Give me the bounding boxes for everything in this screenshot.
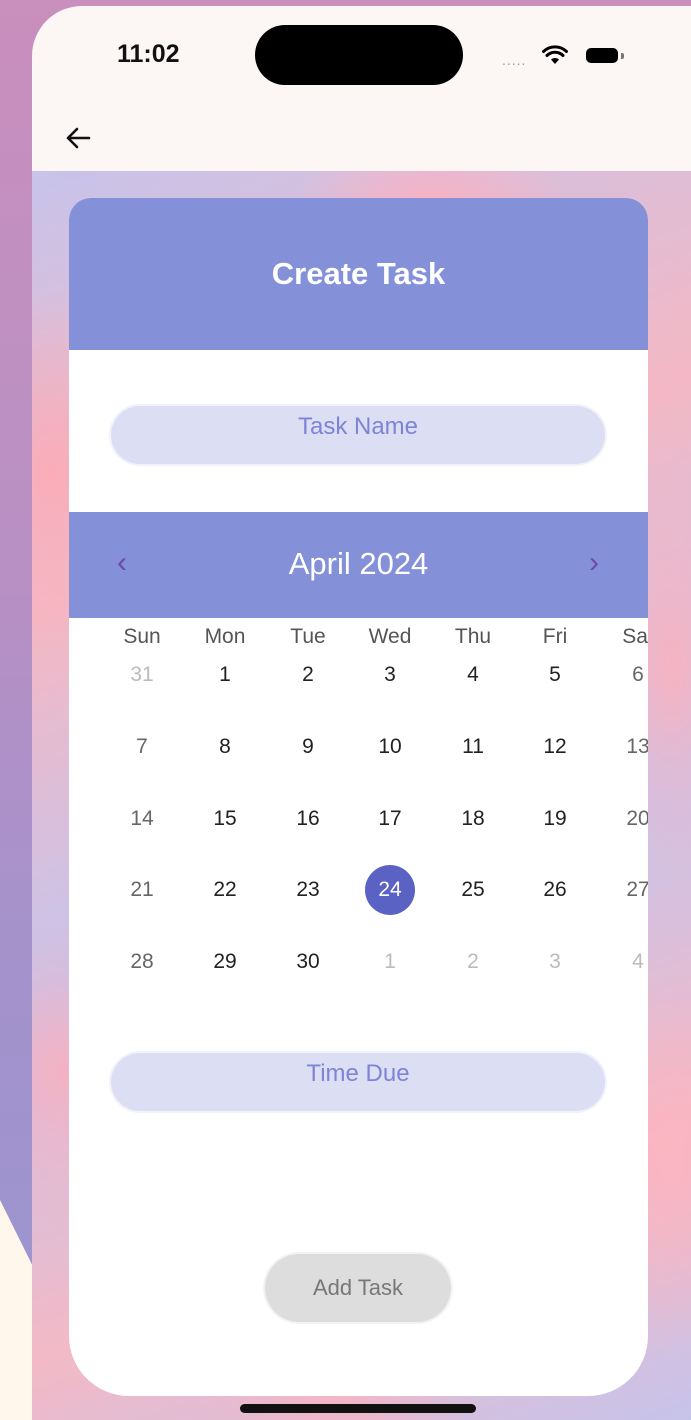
calendar-day[interactable]: 4	[448, 650, 498, 700]
weekday-label: Thu	[454, 625, 492, 648]
add-task-button[interactable]: Add Task	[265, 1254, 451, 1322]
weekday-label: Tue	[290, 625, 326, 648]
calendar-day[interactable]: 17	[365, 794, 415, 844]
battery-cap	[621, 53, 624, 59]
calendar-day[interactable]: 6	[613, 650, 648, 700]
calendar-day[interactable]: 13	[613, 722, 648, 772]
calendar-day[interactable]: 1	[200, 650, 250, 700]
calendar-day[interactable]: 3	[530, 937, 580, 987]
time-due-input[interactable]	[111, 1053, 605, 1111]
calendar-day[interactable]: 28	[117, 937, 167, 987]
calendar-days-grid: 31 1 2 3 4 5 6 7 8 9 10 11 12 13 14 15 16 17 18 19 20 21 22 23 2…	[69, 658, 648, 988]
wifi-icon	[542, 45, 568, 64]
weekday-label: Fri	[542, 625, 568, 648]
calendar-day[interactable]: 31	[117, 650, 167, 700]
calendar-day[interactable]: 2	[448, 937, 498, 987]
weekday-label: Sun	[123, 625, 161, 648]
back-arrow-icon[interactable]	[64, 124, 92, 152]
calendar-day[interactable]: 23	[283, 865, 333, 915]
calendar-month-label: April 2024	[288, 546, 429, 581]
phone-screen: 11:02 ..... Create Task ‹ April 2024 › S…	[32, 6, 691, 1420]
status-bar: 11:02 .....	[32, 6, 691, 106]
calendar-day[interactable]: 19	[530, 794, 580, 844]
calendar-day[interactable]: 14	[117, 794, 167, 844]
calendar-day[interactable]: 18	[448, 794, 498, 844]
calendar-day[interactable]: 21	[117, 865, 167, 915]
calendar-day[interactable]: 25	[448, 865, 498, 915]
weekday-label: Mon	[204, 625, 246, 648]
calendar-day[interactable]: 5	[530, 650, 580, 700]
calendar-day[interactable]: 22	[200, 865, 250, 915]
page-title: Create Task	[271, 256, 446, 291]
chevron-right-icon[interactable]: ›	[579, 546, 609, 580]
home-indicator	[240, 1404, 476, 1413]
create-task-card: Create Task ‹ April 2024 › Sun Mon Tue Wed T…	[69, 198, 648, 1396]
calendar-day[interactable]: 3	[365, 650, 415, 700]
calendar-day[interactable]: 8	[200, 722, 250, 772]
calendar-day[interactable]: 26	[530, 865, 580, 915]
weekday-label: Wed	[368, 625, 412, 648]
calendar-day[interactable]: 16	[283, 794, 333, 844]
calendar-header: ‹ April 2024 ›	[69, 512, 648, 618]
battery-icon	[586, 48, 618, 63]
calendar-day[interactable]: 12	[530, 722, 580, 772]
calendar-day[interactable]: 11	[448, 722, 498, 772]
calendar-day[interactable]: 2	[283, 650, 333, 700]
task-name-input[interactable]	[111, 406, 605, 464]
status-time: 11:02	[117, 40, 180, 68]
calendar-day-selected[interactable]: 24	[365, 865, 415, 915]
weekday-label: Sat	[622, 625, 648, 648]
calendar-day[interactable]: 9	[283, 722, 333, 772]
calendar-day[interactable]: 7	[117, 722, 167, 772]
dynamic-island	[255, 25, 463, 85]
calendar-day[interactable]: 27	[613, 865, 648, 915]
calendar-day[interactable]: 15	[200, 794, 250, 844]
calendar-day[interactable]: 4	[613, 937, 648, 987]
calendar-day[interactable]: 10	[365, 722, 415, 772]
signal-icon: .....	[502, 52, 527, 68]
calendar-day[interactable]: 1	[365, 937, 415, 987]
calendar-day[interactable]: 30	[283, 937, 333, 987]
calendar-day[interactable]: 20	[613, 794, 648, 844]
card-header: Create Task	[69, 198, 648, 350]
calendar-day[interactable]: 29	[200, 937, 250, 987]
